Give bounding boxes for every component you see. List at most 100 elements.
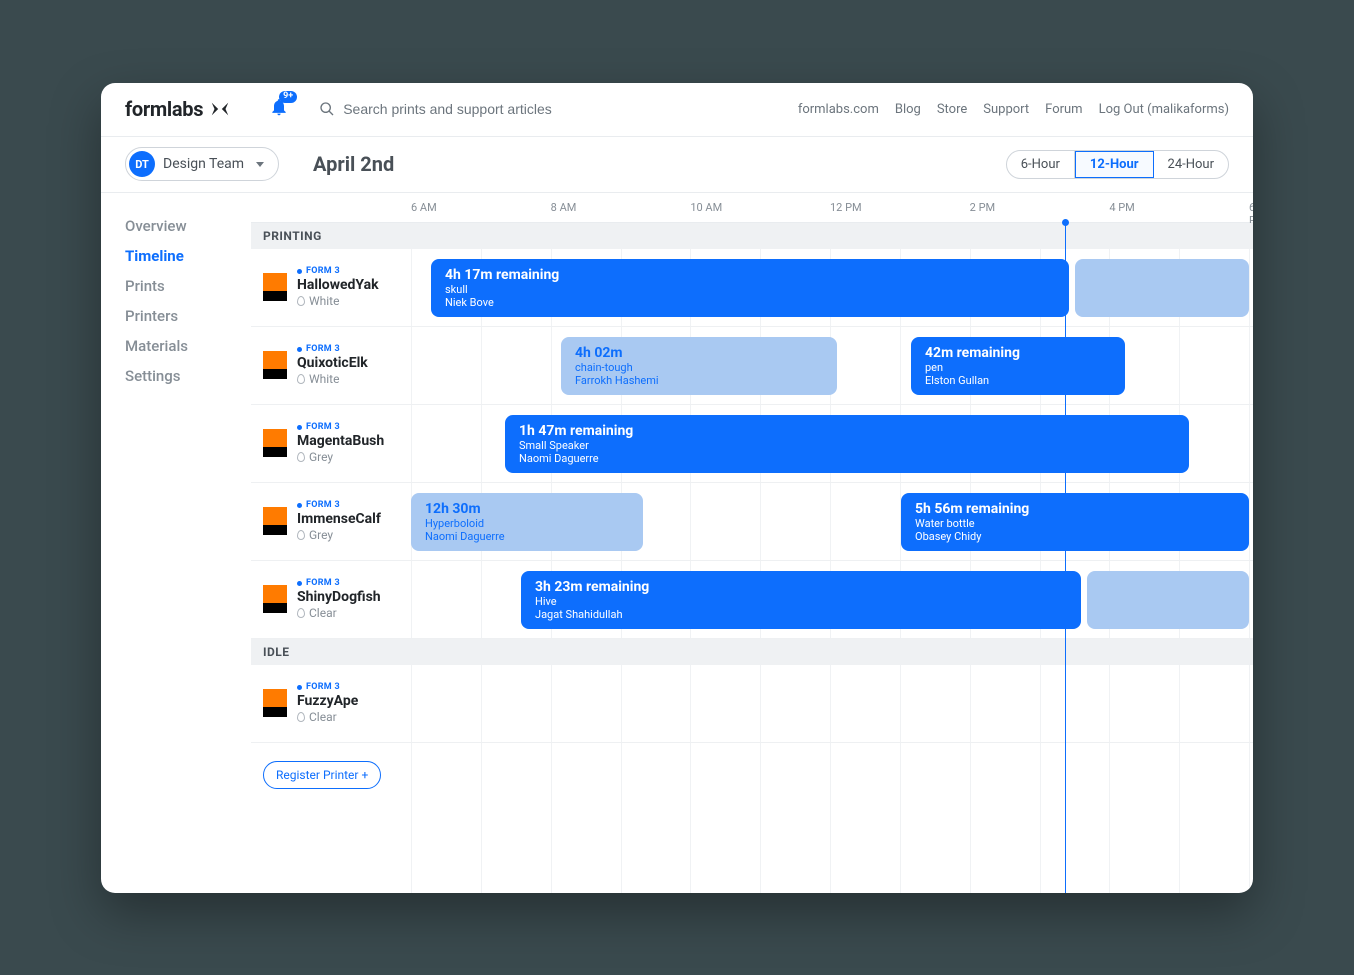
timeline-rows: PRINTING FORM 3 HallowedYak White 4h 17m… bbox=[251, 223, 1253, 807]
printer-timeline-track: 4h 02m chain-tough Farrokh Hashemi 42m r… bbox=[411, 327, 1253, 404]
sidebar-item-settings[interactable]: Settings bbox=[125, 361, 251, 391]
printer-row: FORM 3 FuzzyApe Clear bbox=[251, 665, 1253, 743]
sidebar-item-prints[interactable]: Prints bbox=[125, 271, 251, 301]
printer-row: FORM 3 MagentaBush Grey 1h 47m remaining… bbox=[251, 405, 1253, 483]
job-duration: 12h 30m bbox=[425, 501, 643, 517]
printer-info[interactable]: FORM 3 ShinyDogfish Clear bbox=[251, 578, 411, 620]
team-picker[interactable]: DT Design Team bbox=[125, 147, 279, 181]
print-job-bar[interactable] bbox=[1087, 571, 1249, 629]
notifications-button[interactable]: 9+ bbox=[269, 97, 289, 121]
sidebar-item-materials[interactable]: Materials bbox=[125, 331, 251, 361]
printer-material: Clear bbox=[297, 710, 358, 724]
job-name: skull bbox=[445, 283, 1069, 297]
droplet-icon bbox=[297, 374, 305, 384]
nav-forum[interactable]: Forum bbox=[1045, 102, 1082, 117]
droplet-icon bbox=[297, 452, 305, 462]
job-duration: 5h 56m remaining bbox=[915, 501, 1249, 517]
job-name: Hive bbox=[535, 595, 1081, 609]
printer-row: FORM 3 ImmenseCalf Grey 12h 30m Hyperbol… bbox=[251, 483, 1253, 561]
job-owner: Naomi Daguerre bbox=[425, 530, 643, 544]
printer-material: Grey bbox=[297, 450, 384, 464]
job-owner: Elston Gullan bbox=[925, 374, 1125, 388]
printer-material: White bbox=[297, 372, 368, 386]
timeline-content: 6 AM8 AM10 AM12 PM2 PM4 PM6 PM PRINTING … bbox=[251, 193, 1253, 893]
printer-name: ShinyDogfish bbox=[297, 589, 381, 605]
current-time-indicator bbox=[1065, 223, 1066, 893]
brand-logo[interactable]: formlabs bbox=[125, 97, 231, 121]
nav-blog[interactable]: Blog bbox=[895, 102, 921, 117]
job-name: Water bottle bbox=[915, 517, 1249, 531]
printer-name: HallowedYak bbox=[297, 277, 379, 293]
nav-logout[interactable]: Log Out (malikaforms) bbox=[1099, 102, 1229, 117]
printer-info[interactable]: FORM 3 HallowedYak White bbox=[251, 266, 411, 308]
printer-model-badge: FORM 3 bbox=[297, 422, 384, 432]
main-content: Overview Timeline Prints Printers Materi… bbox=[101, 193, 1253, 893]
job-name: pen bbox=[925, 361, 1125, 375]
job-duration: 42m remaining bbox=[925, 345, 1125, 361]
scale-6hour[interactable]: 6-Hour bbox=[1007, 151, 1075, 178]
topbar: formlabs 9+ formlabs.com Blog Store Supp… bbox=[101, 83, 1253, 137]
printer-icon bbox=[263, 689, 287, 717]
sidebar-item-overview[interactable]: Overview bbox=[125, 211, 251, 241]
printer-model-badge: FORM 3 bbox=[297, 500, 381, 510]
team-name: Design Team bbox=[163, 156, 244, 172]
printer-model-badge: FORM 3 bbox=[297, 344, 368, 354]
printer-row: FORM 3 QuixoticElk White 4h 02m chain-to… bbox=[251, 327, 1253, 405]
job-owner: Farrokh Hashemi bbox=[575, 374, 837, 388]
print-job-bar[interactable]: 3h 23m remaining Hive Jagat Shahidullah bbox=[521, 571, 1081, 629]
scale-12hour[interactable]: 12-Hour bbox=[1075, 151, 1154, 178]
time-tick: 4 PM bbox=[1109, 201, 1134, 214]
printer-info[interactable]: FORM 3 ImmenseCalf Grey bbox=[251, 500, 411, 542]
printer-material: Clear bbox=[297, 606, 381, 620]
printer-icon bbox=[263, 351, 287, 379]
print-job-bar[interactable]: 42m remaining pen Elston Gullan bbox=[911, 337, 1125, 395]
register-printer-button[interactable]: Register Printer + bbox=[263, 761, 381, 789]
sidebar-item-timeline[interactable]: Timeline bbox=[125, 241, 251, 271]
sidebar-item-printers[interactable]: Printers bbox=[125, 301, 251, 331]
print-job-bar[interactable]: 5h 56m remaining Water bottle Obasey Chi… bbox=[901, 493, 1249, 551]
brand-name: formlabs bbox=[125, 97, 203, 121]
printer-model-badge: FORM 3 bbox=[297, 682, 358, 692]
notification-badge: 9+ bbox=[279, 91, 297, 103]
printer-timeline-track: 3h 23m remaining Hive Jagat Shahidullah bbox=[411, 561, 1253, 638]
team-avatar: DT bbox=[129, 151, 155, 177]
print-job-bar[interactable]: 4h 02m chain-tough Farrokh Hashemi bbox=[561, 337, 837, 395]
print-job-bar[interactable]: 12h 30m Hyperboloid Naomi Daguerre bbox=[411, 493, 643, 551]
print-job-bar[interactable]: 4h 17m remaining skull Niek Bove bbox=[431, 259, 1069, 317]
nav-formlabs[interactable]: formlabs.com bbox=[798, 102, 879, 117]
search-box[interactable] bbox=[319, 101, 603, 117]
printer-model-badge: FORM 3 bbox=[297, 266, 379, 276]
droplet-icon bbox=[297, 530, 305, 540]
printer-icon bbox=[263, 273, 287, 301]
printer-info[interactable]: FORM 3 MagentaBush Grey bbox=[251, 422, 411, 464]
job-owner: Obasey Chidy bbox=[915, 530, 1249, 544]
date-title: April 2nd bbox=[313, 152, 394, 176]
printer-name: ImmenseCalf bbox=[297, 511, 381, 527]
search-input[interactable] bbox=[343, 101, 603, 117]
section-header: PRINTING bbox=[251, 223, 1253, 249]
time-tick: 10 AM bbox=[690, 201, 722, 214]
app-window: formlabs 9+ formlabs.com Blog Store Supp… bbox=[101, 83, 1253, 893]
subbar: DT Design Team April 2nd 6-Hour 12-Hour … bbox=[101, 137, 1253, 193]
job-owner: Naomi Daguerre bbox=[519, 452, 1189, 466]
job-name: chain-tough bbox=[575, 361, 837, 375]
printer-material: White bbox=[297, 294, 379, 308]
time-tick: 2 PM bbox=[970, 201, 995, 214]
print-job-bar[interactable] bbox=[1075, 259, 1249, 317]
job-duration: 3h 23m remaining bbox=[535, 579, 1081, 595]
printer-icon bbox=[263, 507, 287, 535]
nav-support[interactable]: Support bbox=[983, 102, 1029, 117]
printer-name: MagentaBush bbox=[297, 433, 384, 449]
droplet-icon bbox=[297, 608, 305, 618]
job-name: Small Speaker bbox=[519, 439, 1189, 453]
job-owner: Jagat Shahidullah bbox=[535, 608, 1081, 622]
nav-store[interactable]: Store bbox=[937, 102, 967, 117]
time-tick: 12 PM bbox=[830, 201, 862, 214]
printer-info[interactable]: FORM 3 QuixoticElk White bbox=[251, 344, 411, 386]
scale-24hour[interactable]: 24-Hour bbox=[1154, 151, 1228, 178]
time-axis: 6 AM8 AM10 AM12 PM2 PM4 PM6 PM bbox=[251, 193, 1253, 223]
print-job-bar[interactable]: 1h 47m remaining Small Speaker Naomi Dag… bbox=[505, 415, 1189, 473]
droplet-icon bbox=[297, 296, 305, 306]
printer-info[interactable]: FORM 3 FuzzyApe Clear bbox=[251, 682, 411, 724]
droplet-icon bbox=[297, 712, 305, 722]
